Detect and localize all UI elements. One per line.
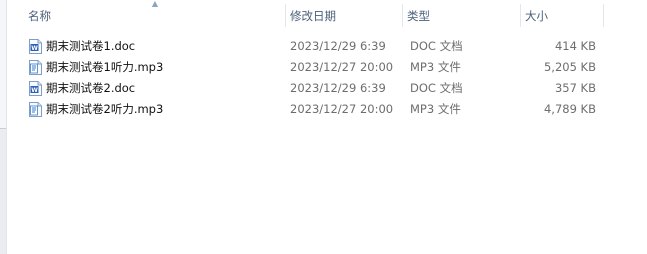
- file-row[interactable]: 期末测试卷2听力.mp3 2023/12/27 20:00 MP3 文件 4,7…: [7, 99, 647, 120]
- file-name: 期末测试卷1.doc: [46, 39, 136, 53]
- mp3-file-icon: [29, 102, 42, 117]
- file-size: 5,205 KB: [543, 60, 596, 74]
- file-name-cell: W 期末测试卷2.doc: [29, 78, 135, 99]
- file-type: MP3 文件: [410, 60, 461, 74]
- file-type: DOC 文档: [410, 39, 463, 53]
- column-header-bar: ▲ 名称 修改日期 类型 大小: [7, 0, 647, 31]
- file-date: 2023/12/27 20:00: [290, 102, 394, 116]
- column-divider[interactable]: [603, 4, 604, 27]
- column-header-date[interactable]: 修改日期: [284, 0, 402, 31]
- file-name-cell: 期末测试卷1听力.mp3: [29, 57, 163, 78]
- file-name: 期末测试卷2听力.mp3: [46, 102, 164, 116]
- file-explorer-window: ▲ 名称 修改日期 类型 大小 W 期末测试卷1.doc 2023/12/29 …: [0, 0, 647, 254]
- file-date: 2023/12/27 20:00: [290, 60, 394, 74]
- word-doc-icon: W: [29, 81, 42, 96]
- navigation-pane-edge: [0, 0, 7, 254]
- file-name: 期末测试卷1听力.mp3: [46, 60, 164, 74]
- file-size: 414 KB: [554, 39, 596, 53]
- column-header-type[interactable]: 类型: [401, 0, 519, 31]
- file-type: MP3 文件: [410, 102, 461, 116]
- file-name-cell: 期末测试卷2听力.mp3: [29, 99, 163, 120]
- file-name-cell: W 期末测试卷1.doc: [29, 36, 135, 57]
- mp3-file-icon: [29, 60, 42, 75]
- file-name: 期末测试卷2.doc: [46, 81, 136, 95]
- file-list: W 期末测试卷1.doc 2023/12/29 6:39 DOC 文档 414 …: [7, 36, 647, 120]
- file-type: DOC 文档: [410, 81, 463, 95]
- svg-text:W: W: [31, 87, 38, 94]
- column-header-size[interactable]: 大小: [519, 0, 603, 31]
- file-size: 357 KB: [554, 81, 596, 95]
- file-size: 4,789 KB: [543, 102, 596, 116]
- file-row[interactable]: W 期末测试卷1.doc 2023/12/29 6:39 DOC 文档 414 …: [7, 36, 647, 57]
- word-doc-icon: W: [29, 39, 42, 54]
- file-date: 2023/12/29 6:39: [290, 39, 386, 53]
- column-header-name[interactable]: 名称: [22, 0, 286, 31]
- file-row[interactable]: 期末测试卷1听力.mp3 2023/12/27 20:00 MP3 文件 5,2…: [7, 57, 647, 78]
- svg-text:W: W: [31, 45, 38, 52]
- file-date: 2023/12/29 6:39: [290, 81, 386, 95]
- navigation-scrollbar-thumb[interactable]: [0, 128, 6, 254]
- file-row[interactable]: W 期末测试卷2.doc 2023/12/29 6:39 DOC 文档 357 …: [7, 78, 647, 99]
